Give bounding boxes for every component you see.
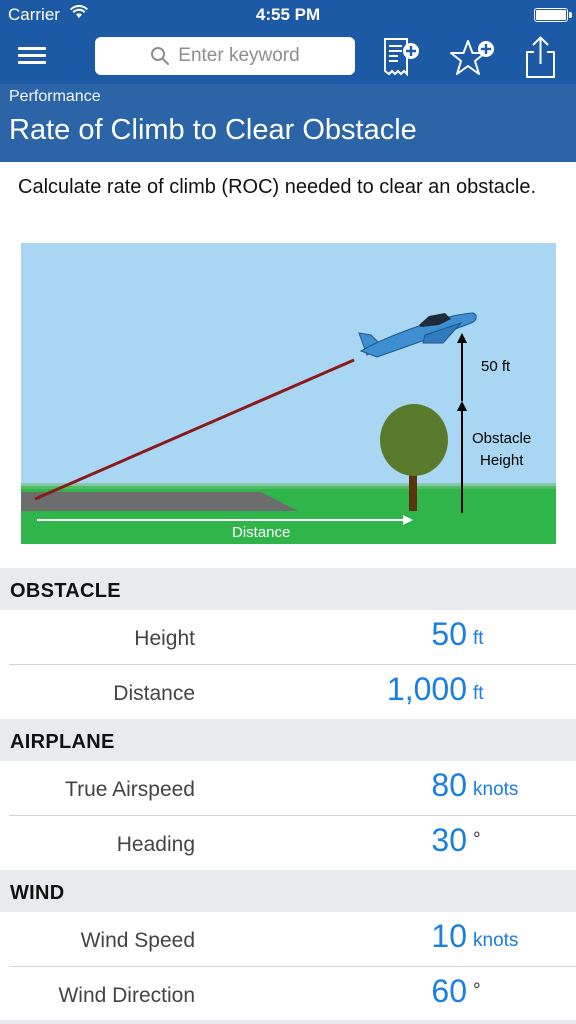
status-bar: Carrier 4:55 PM <box>0 0 576 30</box>
input-row-heading[interactable]: Heading 30 ° <box>0 816 576 870</box>
row-label: Height <box>134 627 195 650</box>
input-row-true-airspeed[interactable]: True Airspeed 80 knots <box>0 761 576 815</box>
label-distance: Distance <box>232 524 290 541</box>
search-placeholder: Enter keyword <box>178 45 300 66</box>
heading-value[interactable]: 30 <box>431 822 467 859</box>
distance-unit[interactable]: ft <box>473 683 484 705</box>
height-value[interactable]: 50 <box>431 616 467 653</box>
row-label: Wind Speed <box>80 929 195 952</box>
label-height: Height <box>480 452 524 469</box>
clock: 4:55 PM <box>255 5 321 24</box>
page-header: Performance Rate of Climb to Clear Obsta… <box>0 84 576 162</box>
heading-unit: ° <box>473 829 481 850</box>
input-row-wind-direction[interactable]: Wind Direction 60 ° <box>0 967 576 1021</box>
section-title: AIRPLANE <box>10 731 115 753</box>
runway <box>21 492 298 511</box>
section-wind: WIND <box>0 870 576 912</box>
battery-icon <box>534 8 572 22</box>
breadcrumb[interactable]: Performance <box>9 88 101 106</box>
row-label: Distance <box>113 682 195 705</box>
height-unit[interactable]: ft <box>473 628 484 650</box>
search-input[interactable]: Enter keyword <box>95 37 355 75</box>
navigation-bar: Enter keyword <box>0 30 576 84</box>
true-airspeed-unit[interactable]: knots <box>473 779 518 801</box>
list-footer <box>0 1020 576 1024</box>
section-title: WIND <box>10 882 65 904</box>
label-50ft: 50 ft <box>481 358 511 375</box>
menu-icon[interactable] <box>18 43 52 71</box>
sky <box>21 243 556 486</box>
share-icon[interactable] <box>520 36 564 80</box>
true-airspeed-value[interactable]: 80 <box>431 767 467 804</box>
row-label: Heading <box>116 833 195 856</box>
add-calculation-icon[interactable] <box>380 36 424 80</box>
wind-speed-unit[interactable]: knots <box>473 930 518 952</box>
wind-direction-value[interactable]: 60 <box>431 973 467 1010</box>
input-row-height[interactable]: Height 50 ft <box>0 610 576 664</box>
input-row-wind-speed[interactable]: Wind Speed 10 knots <box>0 912 576 966</box>
row-label: True Airspeed <box>65 778 195 801</box>
description-text: Calculate rate of climb (ROC) needed to … <box>18 176 537 198</box>
tree-crown <box>380 404 448 476</box>
wind-direction-unit: ° <box>473 980 481 1001</box>
climb-diagram: 50 ft Obstacle Height Distance <box>21 243 556 544</box>
search-icon <box>151 47 170 66</box>
section-obstacle: OBSTACLE <box>0 568 576 610</box>
input-row-distance[interactable]: Distance 1,000 ft <box>0 665 576 719</box>
distance-value[interactable]: 1,000 <box>387 671 467 708</box>
label-obstacle: Obstacle <box>472 430 531 447</box>
page-title: Rate of Climb to Clear Obstacle <box>9 114 417 146</box>
section-title: OBSTACLE <box>10 580 121 602</box>
row-label: Wind Direction <box>58 984 195 1007</box>
section-airplane: AIRPLANE <box>0 719 576 761</box>
wind-speed-value[interactable]: 10 <box>431 918 467 955</box>
tree-trunk <box>409 471 417 511</box>
add-favorite-icon[interactable] <box>448 36 494 80</box>
